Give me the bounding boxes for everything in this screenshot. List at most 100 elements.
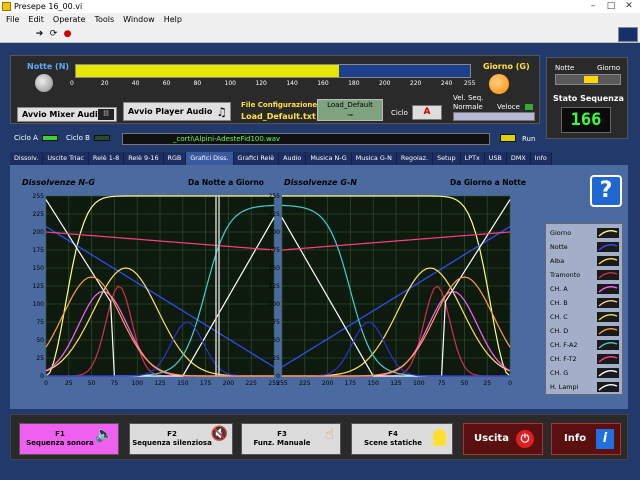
- tab-15[interactable]: Info: [530, 152, 552, 165]
- x-tick-label: 50: [461, 380, 469, 387]
- notte-giorno-switch[interactable]: [555, 74, 621, 85]
- legend-swatch: [597, 368, 619, 378]
- ciclo-label: Ciclo: [391, 109, 408, 117]
- y-tick-label: 50: [36, 337, 44, 344]
- f1-sequenza-sonora-button[interactable]: F1 Sequenza sonora 🔈: [19, 423, 119, 455]
- legend-label: CH. A: [550, 285, 568, 293]
- uscita-label: Uscita: [474, 433, 509, 444]
- menu-edit[interactable]: Edit: [28, 13, 44, 26]
- menu-window[interactable]: Window: [123, 13, 155, 26]
- close-button[interactable]: ✕: [620, 1, 638, 12]
- tab-13[interactable]: USB: [484, 152, 507, 165]
- tab-9[interactable]: Musica G-N: [351, 152, 397, 165]
- x-tick-label: 100: [131, 380, 143, 387]
- tab-5[interactable]: Grafici Diss.: [186, 152, 234, 165]
- function-bar: F1 Sequenza sonora 🔈 F2 Sequenza silenzi…: [10, 414, 628, 460]
- x-tick-label: 225: [299, 380, 311, 387]
- y-tick-label: 50: [272, 337, 280, 344]
- legend-swatch: [597, 256, 619, 266]
- tab-bar: Dissolv. Uscite Triac Relè 1-8 Relè 9-16 RGB…: [10, 152, 610, 165]
- abort-icon[interactable]: ●: [62, 29, 73, 40]
- legend-row: CH. C: [550, 310, 622, 324]
- notte-label: Notte (N): [27, 62, 70, 71]
- speaker-mute-icon: 🔇: [210, 426, 228, 442]
- menu-file[interactable]: File: [6, 13, 19, 26]
- tab-1[interactable]: Uscite Triac: [43, 152, 89, 165]
- x-tick-label: 75: [111, 380, 119, 387]
- slider-tick: 220: [409, 80, 422, 87]
- vel-veloce-label: Veloce: [497, 103, 520, 111]
- maximize-button[interactable]: □: [602, 1, 620, 12]
- f4-scene-statiche-button[interactable]: F4 Scene statiche: [351, 423, 453, 455]
- f2-sequenza-silenziosa-button[interactable]: F2 Sequenza silenziosa 🔇: [129, 423, 233, 455]
- tab-11[interactable]: Setup: [433, 152, 461, 165]
- y-tick-label: 175: [269, 247, 281, 254]
- tab-4[interactable]: RGB: [163, 152, 187, 165]
- legend-swatch: [597, 382, 619, 392]
- legend-label: Tramonto: [550, 271, 581, 279]
- load-default-button[interactable]: Load_Default ⊸: [317, 99, 383, 121]
- minimize-button[interactable]: –: [584, 1, 602, 12]
- legend-row: CH. F-T2: [550, 352, 622, 366]
- x-tick-label: 150: [367, 380, 379, 387]
- tab-12[interactable]: LPTx: [460, 152, 485, 165]
- y-tick-label: 150: [269, 265, 281, 272]
- title-bar: Presepe 16_00.vi – □ ✕: [0, 0, 640, 13]
- menu-bar: File Edit Operate Tools Window Help: [0, 13, 640, 26]
- x-tick-label: 150: [177, 380, 189, 387]
- tab-8[interactable]: Musica N-G: [306, 152, 352, 165]
- file-config-label: File Configurazione: [241, 101, 318, 109]
- legend-swatch: [597, 354, 619, 364]
- x-tick-label: 200: [322, 380, 334, 387]
- ciclo-a-led: [42, 135, 58, 141]
- legend-swatch: [597, 326, 619, 336]
- velocita-slider[interactable]: [453, 112, 535, 121]
- legend-row: Giorno: [550, 226, 622, 240]
- avvio-player-button[interactable]: Avvio Player Audio ♫: [123, 102, 231, 121]
- y-tick-label: 175: [33, 247, 45, 254]
- tab-2[interactable]: Relè 1-8: [88, 152, 125, 165]
- y-tick-label: 225: [33, 211, 45, 218]
- legend-row: CH. A: [550, 282, 622, 296]
- tab-7[interactable]: Audio: [279, 152, 307, 165]
- notte-switch-label: Notte: [555, 64, 575, 72]
- legend-swatch: [597, 340, 619, 350]
- legend-label: CH. D: [550, 327, 569, 335]
- y-tick-label: 100: [33, 301, 45, 308]
- legend-swatch: [597, 312, 619, 322]
- tab-6[interactable]: Grafici Relè: [233, 152, 280, 165]
- tab-14[interactable]: DMX: [506, 152, 531, 165]
- uscita-button[interactable]: Uscita ⏻: [463, 423, 543, 455]
- ciclo-b-label: Ciclo B: [66, 134, 90, 142]
- f3-funz-manuale-button[interactable]: F3 Funz. Manuale ☝: [241, 423, 341, 455]
- vel-normale-label: Normale: [453, 103, 483, 111]
- file-config-value: Load_Default.txt: [241, 112, 316, 121]
- legend-label: Notte: [550, 243, 568, 251]
- menu-tools[interactable]: Tools: [94, 13, 114, 26]
- x-tick-label: 75: [438, 380, 446, 387]
- dissolve-slider[interactable]: [75, 64, 471, 78]
- info-button[interactable]: Info i: [551, 423, 621, 455]
- slider-tick: 200: [379, 80, 391, 87]
- right-chart-subtitle: Da Giorno a Notte: [450, 178, 526, 187]
- tab-0[interactable]: Dissolv.: [10, 152, 44, 165]
- left-chart-subtitle: Da Notte a Giorno: [188, 178, 264, 187]
- legend-row: Tramonto: [550, 268, 622, 282]
- left-chart: 25522520017515012510075502500 25 50 75 100 12…: [33, 193, 280, 387]
- slider-tick: 255: [464, 80, 476, 87]
- run-led: [500, 134, 516, 142]
- hand-pointer-icon: ☝: [324, 425, 334, 443]
- y-tick-label: 255: [33, 193, 45, 200]
- run-arrow-icon[interactable]: ➔: [34, 29, 45, 40]
- load-default-label: Load_Default: [327, 101, 373, 109]
- avvio-mixer-button[interactable]: Avvio Mixer Audio ⫶⫶⫶: [17, 107, 117, 122]
- x-tick-label: 25: [483, 380, 491, 387]
- menu-operate[interactable]: Operate: [53, 13, 86, 26]
- tab-3[interactable]: Relè 9-16: [124, 152, 164, 165]
- tab-10[interactable]: Regolaz.: [396, 152, 434, 165]
- menu-help[interactable]: Help: [164, 13, 182, 26]
- help-icon[interactable]: ?: [590, 175, 622, 207]
- y-tick-label: 25: [36, 355, 44, 362]
- ciclo-value[interactable]: A: [412, 105, 442, 120]
- run-continuous-icon[interactable]: ⟳: [48, 29, 59, 40]
